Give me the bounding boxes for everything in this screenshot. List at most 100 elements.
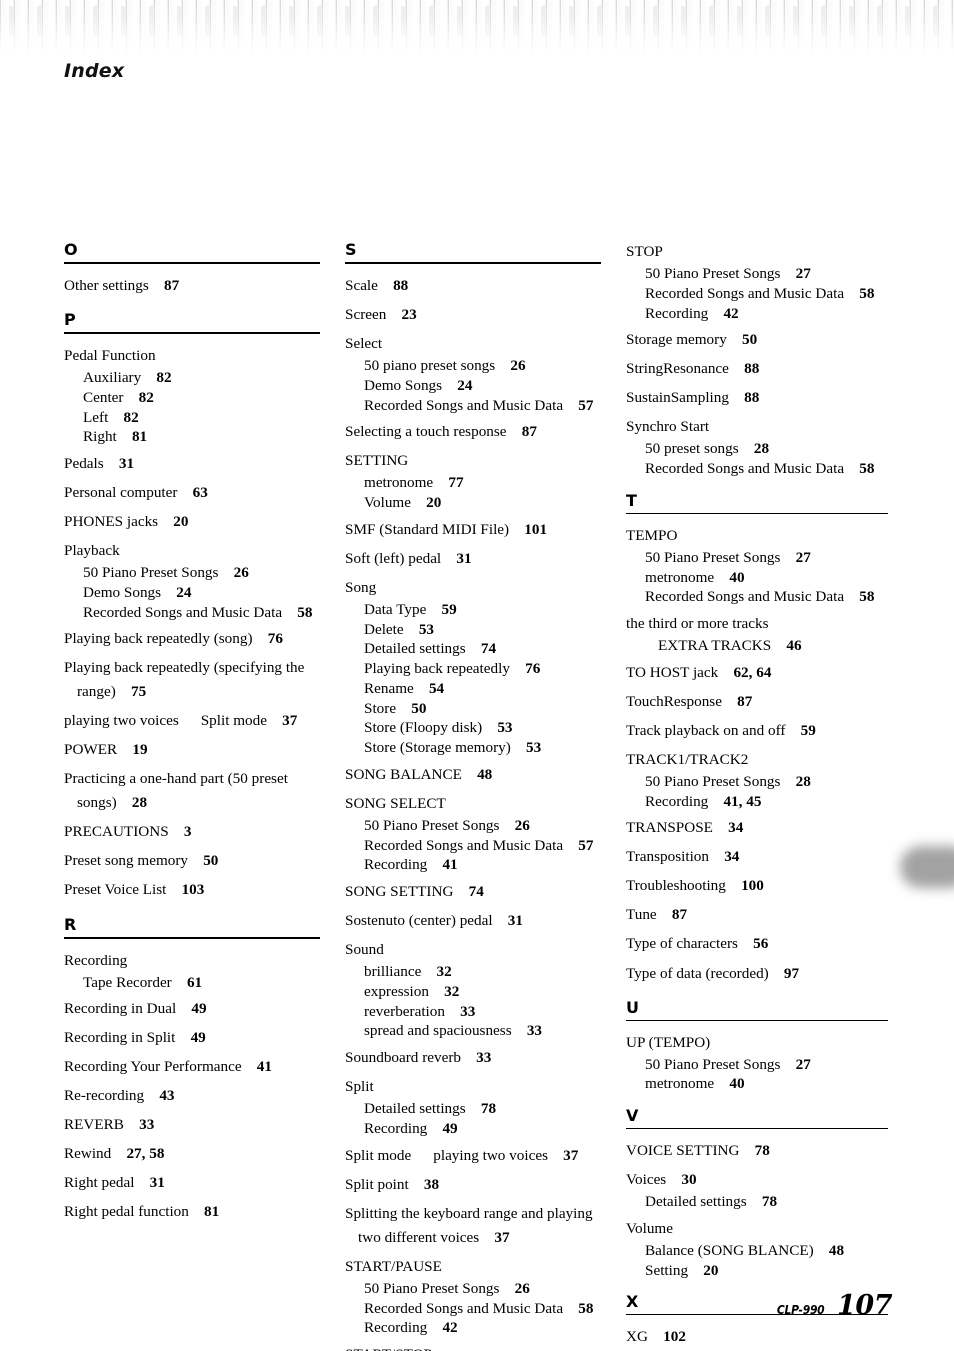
index-subentry[interactable]: Store (Storage memory) 53	[345, 738, 601, 758]
index-entry[interactable]: Re-recording 43	[64, 1084, 320, 1108]
index-entry[interactable]: Song	[345, 576, 601, 600]
index-entry[interactable]: Personal computer 63	[64, 481, 320, 505]
index-subentry[interactable]: Left 82	[64, 408, 320, 428]
page-reference[interactable]: 27, 58	[126, 1145, 164, 1162]
page-reference[interactable]: 3	[184, 823, 192, 840]
page-reference[interactable]: 20	[426, 494, 441, 511]
index-entry[interactable]: PRECAUTIONS 3	[64, 820, 320, 844]
page-reference[interactable]: 37	[494, 1229, 509, 1246]
page-reference[interactable]: 33	[139, 1116, 154, 1133]
index-entry[interactable]: Volume	[626, 1217, 888, 1241]
page-reference[interactable]: 50	[411, 700, 426, 717]
index-entry[interactable]: Recording	[64, 949, 320, 973]
index-entry[interactable]: Voices 30	[626, 1168, 888, 1192]
index-subentry[interactable]: Demo Songs 24	[64, 583, 320, 603]
index-subentry[interactable]: 50 preset songs 28	[626, 439, 888, 459]
page-reference[interactable]: 88	[393, 277, 408, 294]
page-reference[interactable]: 42	[442, 1319, 457, 1336]
index-entry[interactable]: Troubleshooting 100	[626, 874, 888, 898]
page-reference[interactable]: 20	[703, 1262, 718, 1279]
index-entry[interactable]: Right pedal function 81	[64, 1200, 320, 1224]
page-reference[interactable]: 82	[156, 369, 171, 386]
page-reference[interactable]: 61	[187, 974, 202, 991]
page-reference[interactable]: 31	[119, 455, 134, 472]
index-entry[interactable]: POWER 19	[64, 738, 320, 762]
index-subentry[interactable]: 50 piano preset songs 26	[345, 356, 601, 376]
page-reference[interactable]: 58	[859, 460, 874, 477]
index-subentry[interactable]: Demo Songs 24	[345, 376, 601, 396]
index-subentry[interactable]: Tape Recorder 61	[64, 973, 320, 993]
page-reference[interactable]: 27	[796, 549, 811, 566]
index-subentry[interactable]: Data Type 59	[345, 600, 601, 620]
page-reference[interactable]: 74	[481, 640, 496, 657]
index-entry[interactable]: Pedals 31	[64, 452, 320, 476]
index-entry[interactable]: Soundboard reverb 33	[345, 1046, 601, 1070]
index-entry[interactable]: Rewind 27, 58	[64, 1142, 320, 1166]
index-entry[interactable]: TRANSPOSE 34	[626, 816, 888, 840]
index-subentry[interactable]: Playing back repeatedly 76	[345, 659, 601, 679]
index-entry[interactable]: Preset Voice List 103	[64, 878, 320, 902]
page-reference[interactable]: 40	[729, 569, 744, 586]
page-reference[interactable]: 20	[173, 513, 188, 530]
index-subentry[interactable]: Recorded Songs and Music Data 58	[345, 1299, 601, 1319]
index-subentry[interactable]: 50 Piano Preset Songs 27	[626, 548, 888, 568]
page-reference[interactable]: 87	[672, 906, 687, 923]
index-entry[interactable]: Right pedal 31	[64, 1171, 320, 1195]
index-entry[interactable]: Practicing a one-hand part (50 preset so…	[64, 767, 320, 815]
index-entry[interactable]: playing two voices Split mode 37	[64, 709, 320, 733]
page-reference[interactable]: 58	[859, 285, 874, 302]
page-reference[interactable]: 58	[578, 1300, 593, 1317]
index-entry[interactable]: UP (TEMPO)	[626, 1031, 888, 1055]
page-reference[interactable]: 74	[469, 883, 484, 900]
index-entry[interactable]: Sound	[345, 938, 601, 962]
index-subentry[interactable]: Center 82	[64, 388, 320, 408]
page-reference[interactable]: 43	[159, 1087, 174, 1104]
index-subentry[interactable]: Auxiliary 82	[64, 368, 320, 388]
page-reference[interactable]: 49	[191, 1029, 206, 1046]
index-entry[interactable]: TO HOST jack 62, 64	[626, 661, 888, 685]
index-entry[interactable]: Other settings 87	[64, 274, 320, 298]
page-reference[interactable]: 27	[796, 1056, 811, 1073]
index-subentry[interactable]: EXTRA TRACKS 46	[626, 636, 888, 656]
index-subentry[interactable]: 50 Piano Preset Songs 27	[626, 1055, 888, 1075]
page-reference[interactable]: 27	[796, 265, 811, 282]
page-reference[interactable]: 75	[131, 683, 146, 700]
index-entry[interactable]: Storage memory 50	[626, 328, 888, 352]
page-reference[interactable]: 100	[741, 877, 764, 894]
index-subentry[interactable]: reverberation 33	[345, 1002, 601, 1022]
index-subentry[interactable]: metronome 40	[626, 568, 888, 588]
page-reference[interactable]: 58	[859, 588, 874, 605]
index-subentry[interactable]: metronome 77	[345, 473, 601, 493]
page-reference[interactable]: 82	[139, 389, 154, 406]
page-reference[interactable]: 81	[132, 428, 147, 445]
index-subentry[interactable]: Detailed settings 78	[626, 1192, 888, 1212]
page-reference[interactable]: 34	[724, 848, 739, 865]
page-reference[interactable]: 49	[442, 1120, 457, 1137]
index-subentry[interactable]: Recording 41, 45	[626, 792, 888, 812]
index-entry[interactable]: Split	[345, 1075, 601, 1099]
index-subentry[interactable]: Recording 49	[345, 1119, 601, 1139]
page-reference[interactable]: 26	[515, 817, 530, 834]
page-reference[interactable]: 28	[132, 794, 147, 811]
page-reference[interactable]: 41	[442, 856, 457, 873]
page-reference[interactable]: 50	[203, 852, 218, 869]
index-subentry[interactable]: Store 50	[345, 699, 601, 719]
page-reference[interactable]: 76	[525, 660, 540, 677]
page-reference[interactable]: 97	[784, 965, 799, 982]
page-reference[interactable]: 81	[204, 1203, 219, 1220]
page-reference[interactable]: 53	[497, 719, 512, 736]
index-entry[interactable]: Recording in Dual 49	[64, 997, 320, 1021]
page-reference[interactable]: 53	[526, 739, 541, 756]
page-reference[interactable]: 48	[829, 1242, 844, 1259]
index-subentry[interactable]: Recorded Songs and Music Data 58	[626, 284, 888, 304]
index-subentry[interactable]: Recorded Songs and Music Data 58	[626, 587, 888, 607]
index-entry[interactable]: the third or more tracks	[626, 612, 888, 636]
index-subentry[interactable]: Setting 20	[626, 1261, 888, 1281]
page-reference[interactable]: 26	[234, 564, 249, 581]
index-entry[interactable]: TEMPO	[626, 524, 888, 548]
index-subentry[interactable]: Recorded Songs and Music Data 57	[345, 836, 601, 856]
page-reference[interactable]: 28	[796, 773, 811, 790]
page-reference[interactable]: 53	[419, 621, 434, 638]
page-reference[interactable]: 33	[527, 1022, 542, 1039]
page-reference[interactable]: 59	[801, 722, 816, 739]
